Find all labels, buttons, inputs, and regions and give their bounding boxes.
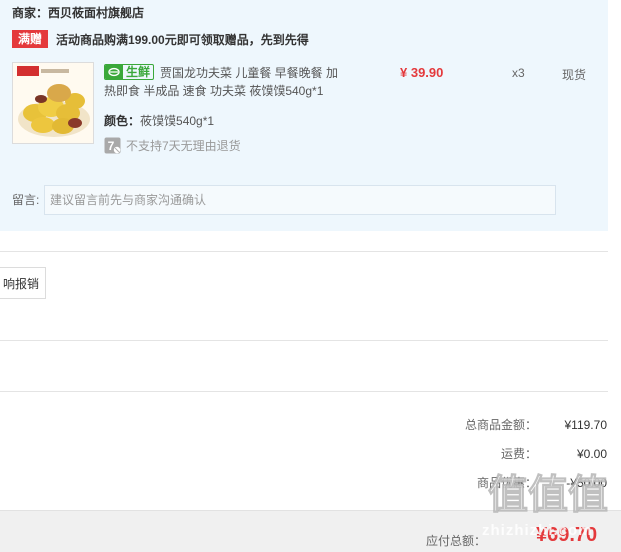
total-label: 总商品金额： <box>464 418 537 432</box>
quantity: x3 <box>512 66 525 80</box>
dumpling-product-image <box>13 63 93 143</box>
attribute-label: 颜色： <box>104 114 141 128</box>
section-divider <box>0 340 608 341</box>
remark-label: 留言: <box>12 193 40 207</box>
watermark-site: zhizhizhi.com <box>482 522 593 539</box>
shop-name[interactable]: 商家：西贝莜面村旗舰店 <box>12 4 144 21</box>
fresh-leaf-icon <box>105 65 123 79</box>
remark-input[interactable] <box>44 185 556 215</box>
section-divider <box>0 391 608 392</box>
section-divider <box>0 251 608 252</box>
no-return-text: 不支持7天无理由退货 <box>126 139 241 153</box>
attribute-value: 莜馍馍540g*1 <box>140 114 215 128</box>
product-title-block[interactable]: 生鲜 贾国龙功夫菜 儿童餐 早餐晚餐 加热即食 半成品 速食 功夫菜 莜馍馍54… <box>104 64 346 100</box>
svg-text:7: 7 <box>108 139 115 153</box>
summary-shipping-row: 运费： ¥0.00 <box>417 445 607 462</box>
promo-row: 满赠 活动商品购满199.00元即可领取赠品，先到先得 <box>12 30 309 48</box>
shipping-value: ¥0.00 <box>576 446 607 461</box>
stock-status: 现货 <box>562 68 587 82</box>
fresh-badge: 生鲜 <box>104 64 155 80</box>
product-thumbnail[interactable] <box>12 62 94 144</box>
fresh-badge-label: 生鲜 <box>126 65 151 79</box>
report-reimbursement-button[interactable]: 响报销 <box>0 267 46 299</box>
summary-total-row: 总商品金额： ¥119.70 <box>417 416 607 433</box>
shipping-label: 运费： <box>500 447 537 461</box>
promo-tag: 满赠 <box>12 30 49 48</box>
product-attribute: 颜色：莜馍馍540g*1 <box>104 112 214 129</box>
payable-label: 应付总额： <box>426 534 487 548</box>
svg-text:值值值: 值值值 <box>488 472 608 518</box>
unit-price: ¥ 39.90 <box>400 65 444 80</box>
no-return-notice: 7 不支持7天无理由退货 <box>104 137 241 154</box>
no-return-icon: 7 <box>104 137 121 154</box>
promo-text: 活动商品购满199.00元即可领取赠品，先到先得 <box>56 32 309 47</box>
total-value: ¥119.70 <box>564 417 608 432</box>
